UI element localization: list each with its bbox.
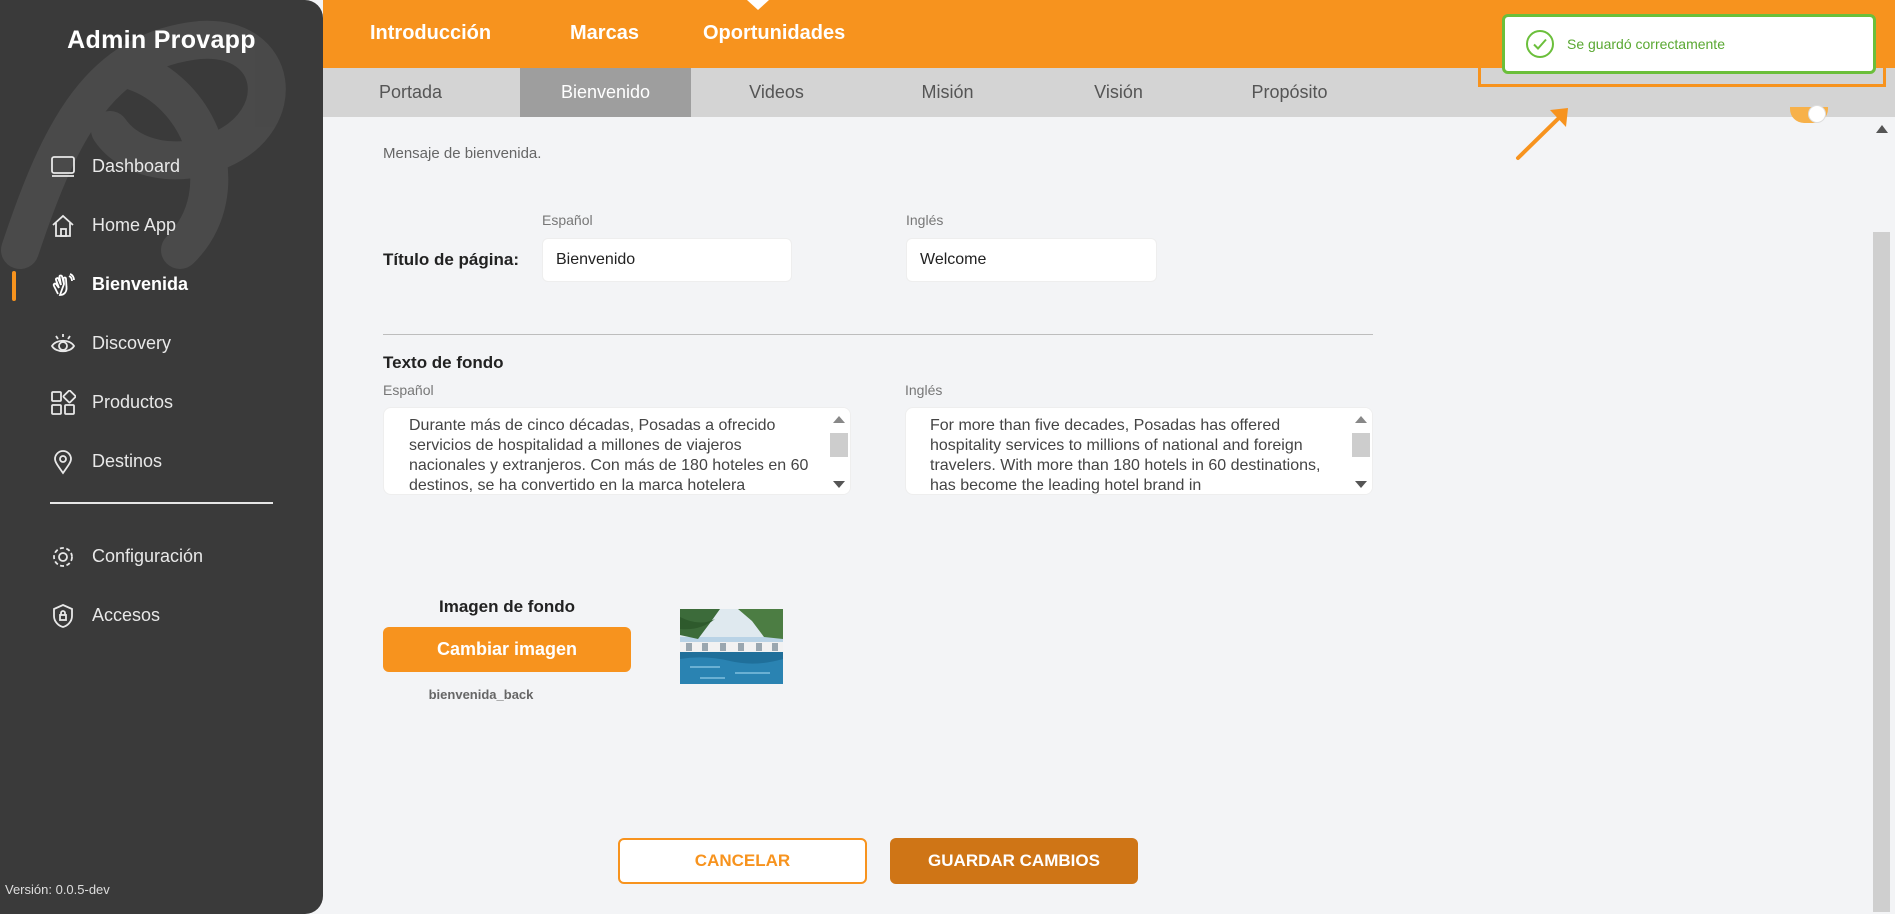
sidebar: Admin Provapp Dashboard Home App Bienven… <box>0 0 323 914</box>
active-tab-caret <box>747 0 769 10</box>
background-image-label: Imagen de fondo <box>439 597 575 616</box>
check-circle-icon <box>1525 29 1555 59</box>
save-changes-button[interactable]: GUARDAR CAMBIOS <box>890 838 1138 884</box>
title-en-label: Inglés <box>906 212 944 228</box>
textarea-content: Durante más de cinco décadas, Posadas a … <box>409 417 809 494</box>
sidebar-item-productos[interactable]: Productos <box>0 373 323 432</box>
sidebar-item-label: Productos <box>92 392 174 412</box>
sidebar-item-home-app[interactable]: Home App <box>0 196 323 255</box>
textarea-scrollbar[interactable] <box>1350 408 1372 494</box>
subtab-videos[interactable]: Videos <box>691 68 862 117</box>
page-title-label: Título de página: <box>383 250 519 269</box>
sidebar-item-label: Discovery <box>92 333 172 353</box>
subtab-bienvenido[interactable]: Bienvenido <box>520 68 691 117</box>
sidebar-item-label: Accesos <box>92 605 161 625</box>
scrollbar-thumb[interactable] <box>1352 433 1370 457</box>
map-pin-icon <box>50 449 76 475</box>
toast-message: Se guardó correctamente <box>1567 36 1725 52</box>
scroll-up-icon[interactable] <box>1355 416 1367 423</box>
subtab-portada[interactable]: Portada <box>325 68 496 117</box>
page-scrollbar[interactable] <box>1870 117 1895 914</box>
page-title-es-input[interactable] <box>542 238 792 282</box>
grid-icon <box>50 389 76 416</box>
sidebar-item-discovery[interactable]: Discovery <box>0 314 323 373</box>
change-image-button[interactable]: Cambiar imagen <box>383 627 631 672</box>
toggle-switch[interactable] <box>1790 105 1828 123</box>
tab-introduccion[interactable]: Introducción <box>370 22 491 45</box>
sidebar-item-configuracion[interactable]: Configuración <box>0 527 323 586</box>
background-text-label: Texto de fondo <box>383 353 504 372</box>
page-title-en-input[interactable] <box>906 238 1157 282</box>
waving-hand-icon <box>50 272 76 298</box>
scroll-down-icon[interactable] <box>833 481 845 488</box>
scrollbar-thumb[interactable] <box>830 433 848 457</box>
annotation-arrow-icon <box>1516 108 1568 160</box>
cancel-button[interactable]: CANCELAR <box>618 838 867 884</box>
subtab-vision[interactable]: Visión <box>1033 68 1204 117</box>
bgtext-en-label: Inglés <box>905 382 943 398</box>
eye-icon <box>50 331 76 357</box>
home-icon <box>50 213 76 239</box>
sidebar-item-bienvenida[interactable]: Bienvenida <box>0 255 323 314</box>
shield-lock-icon <box>50 603 76 629</box>
textarea-content: For more than five decades, Posadas has … <box>930 417 1321 494</box>
background-image-thumbnail <box>680 609 783 684</box>
bgtext-es-label: Español <box>383 382 434 398</box>
tab-marcas[interactable]: Marcas <box>570 22 639 45</box>
sidebar-item-label: Home App <box>92 215 177 235</box>
sidebar-item-accesos[interactable]: Accesos <box>0 586 323 645</box>
monitor-icon <box>50 154 76 180</box>
scrollbar-thumb[interactable] <box>1873 232 1890 912</box>
scroll-down-icon[interactable] <box>1355 481 1367 488</box>
app-version: Versión: 0.0.5-dev <box>5 882 110 897</box>
app-title: Admin Provapp <box>67 26 256 54</box>
image-filename: bienvenida_back <box>428 687 534 702</box>
sidebar-item-dashboard[interactable]: Dashboard <box>0 137 323 196</box>
tab-oportunidades[interactable]: Oportunidades <box>703 22 845 45</box>
background-text-es-textarea[interactable]: Durante más de cinco décadas, Posadas a … <box>383 407 851 495</box>
sidebar-item-label: Configuración <box>92 546 204 566</box>
scroll-up-icon[interactable] <box>833 416 845 423</box>
sidebar-item-label: Bienvenida <box>92 274 189 294</box>
sidebar-item-label: Dashboard <box>92 156 181 176</box>
section-hint: Mensaje de bienvenida. <box>383 145 542 162</box>
success-toast[interactable]: Se guardó correctamente <box>1502 14 1876 74</box>
sidebar-settings-nav: Configuración Accesos <box>0 527 323 645</box>
sidebar-nav: Dashboard Home App Bienvenida Discovery … <box>0 137 323 491</box>
sidebar-item-label: Destinos <box>92 451 163 471</box>
gear-icon <box>50 544 76 570</box>
background-text-en-textarea[interactable]: For more than five decades, Posadas has … <box>905 407 1373 495</box>
title-es-label: Español <box>542 212 593 228</box>
textarea-scrollbar[interactable] <box>828 408 850 494</box>
subtab-proposito[interactable]: Propósito <box>1204 68 1375 117</box>
section-divider <box>383 334 1373 335</box>
sidebar-item-destinos[interactable]: Destinos <box>0 432 323 491</box>
sidebar-divider <box>50 502 273 504</box>
subtab-mision[interactable]: Misión <box>862 68 1033 117</box>
scroll-up-icon[interactable] <box>1876 125 1888 133</box>
